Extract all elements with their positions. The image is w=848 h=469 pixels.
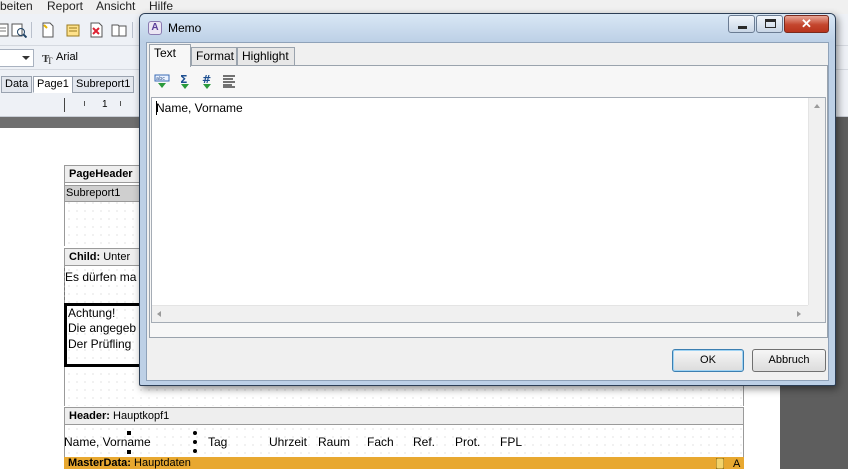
- delete-page-icon[interactable]: [88, 22, 104, 38]
- svg-text:T: T: [47, 56, 53, 64]
- scrollbar-corner: [808, 305, 825, 322]
- font-style-combo[interactable]: [0, 49, 34, 67]
- aggregate-sum-icon[interactable]: Σ: [177, 73, 193, 89]
- band-value: Hauptkopf1: [113, 410, 170, 422]
- achtung-line: Der Prüfling: [68, 337, 132, 351]
- tab-format[interactable]: Format: [191, 47, 237, 66]
- ruler-tick: [84, 101, 85, 106]
- masterdata-band-title[interactable]: MasterData: Hauptdaten: [64, 457, 744, 469]
- vertical-scrollbar[interactable]: [808, 98, 825, 322]
- memo-object-text[interactable]: Es dürfen ma: [65, 270, 136, 284]
- maximize-icon: [765, 19, 776, 28]
- tab-subreport1[interactable]: Subreport1: [72, 76, 135, 93]
- toolbar-separator: [132, 22, 133, 38]
- minimize-icon: [738, 26, 747, 29]
- scroll-up-icon[interactable]: [814, 104, 820, 108]
- dialog-client-area: Text Format Highlight abc Σ # Name, Vorn…: [146, 42, 829, 381]
- memo-text-editor[interactable]: Name, Vorname: [151, 97, 826, 323]
- header-band-title[interactable]: Header: Hauptkopf1: [64, 407, 744, 425]
- dialog-tab-strip: Text Format Highlight: [147, 43, 828, 67]
- toolbar-separator: [31, 22, 32, 38]
- ruler-number: 1: [102, 99, 108, 110]
- achtung-line: Achtung!: [68, 306, 116, 320]
- scroll-right-icon[interactable]: [797, 311, 801, 317]
- page-settings-icon[interactable]: [111, 22, 127, 38]
- band-name: Header:: [69, 410, 110, 422]
- database-icon: [716, 458, 724, 469]
- scroll-left-icon[interactable]: [157, 311, 161, 317]
- header-band[interactable]: [64, 425, 744, 457]
- header-field-fpl[interactable]: FPL: [500, 435, 522, 449]
- header-field-name[interactable]: Name, Vorname: [64, 435, 151, 449]
- menu-bar: beiten Report Ansicht Hilfe: [0, 0, 848, 14]
- dialog-title: Memo: [168, 21, 202, 35]
- band-value: Hauptdaten: [134, 457, 191, 469]
- menu-item-report[interactable]: Report: [47, 0, 83, 13]
- selection-handle[interactable]: [193, 431, 197, 453]
- dialog-titlebar[interactable]: A Memo ✕: [140, 14, 835, 42]
- ok-button[interactable]: OK: [672, 349, 744, 372]
- text-tab-panel: abc Σ # Name, Vorname: [149, 65, 828, 338]
- svg-text:abc: abc: [156, 76, 165, 82]
- preview-icon[interactable]: [11, 22, 27, 38]
- band-name: MasterData:: [68, 457, 131, 469]
- add-page-icon[interactable]: [65, 22, 81, 38]
- header-field-uhrzeit[interactable]: Uhrzeit: [269, 435, 307, 449]
- insert-data-field-icon[interactable]: abc: [154, 73, 170, 89]
- app-icon: A: [148, 21, 162, 35]
- truetype-font-icon: TT: [42, 53, 53, 64]
- menu-item-bearbeiten[interactable]: beiten: [0, 0, 33, 13]
- cancel-button[interactable]: Abbruch: [752, 349, 826, 372]
- tab-highlight[interactable]: Highlight: [237, 47, 295, 66]
- close-icon: ✕: [801, 16, 812, 31]
- text-caret: [156, 101, 157, 115]
- ruler-margin-marker: [64, 98, 65, 112]
- tab-data[interactable]: Data: [1, 76, 33, 93]
- close-button[interactable]: ✕: [784, 15, 829, 33]
- minimize-button[interactable]: [728, 15, 755, 33]
- menu-item-hilfe[interactable]: Hilfe: [149, 0, 173, 13]
- selection-handle[interactable]: [127, 450, 131, 454]
- ruler-tick: [120, 101, 121, 106]
- number-format-icon[interactable]: #: [199, 73, 215, 89]
- band-name: Child:: [69, 251, 101, 263]
- menu-item-ansicht[interactable]: Ansicht: [96, 0, 135, 13]
- tab-page1[interactable]: Page1: [33, 76, 73, 93]
- memo-text-content[interactable]: Name, Vorname: [156, 101, 243, 115]
- object-frame: [64, 268, 66, 300]
- maximize-button[interactable]: [756, 15, 783, 33]
- font-name-combo[interactable]: Arial: [56, 51, 78, 63]
- header-field-prot[interactable]: Prot.: [455, 435, 480, 449]
- achtung-line: Die angegeb: [68, 321, 137, 335]
- tab-text[interactable]: Text: [149, 44, 191, 67]
- header-field-fach[interactable]: Fach: [367, 435, 394, 449]
- memo-dialog: A Memo ✕ Text Format Highlight abc Σ # N…: [139, 13, 836, 386]
- masterdata-suffix: A: [733, 458, 741, 469]
- header-field-tag[interactable]: Tag: [208, 435, 227, 449]
- text-align-icon[interactable]: [221, 73, 237, 89]
- selection-handle[interactable]: [127, 431, 131, 435]
- band-value: Unter: [103, 251, 131, 263]
- band-name: PageHeader: [69, 168, 133, 180]
- header-field-ref[interactable]: Ref.: [413, 435, 435, 449]
- header-field-raum[interactable]: Raum: [318, 435, 350, 449]
- new-page-icon[interactable]: [40, 22, 56, 38]
- horizontal-scrollbar[interactable]: [152, 305, 808, 322]
